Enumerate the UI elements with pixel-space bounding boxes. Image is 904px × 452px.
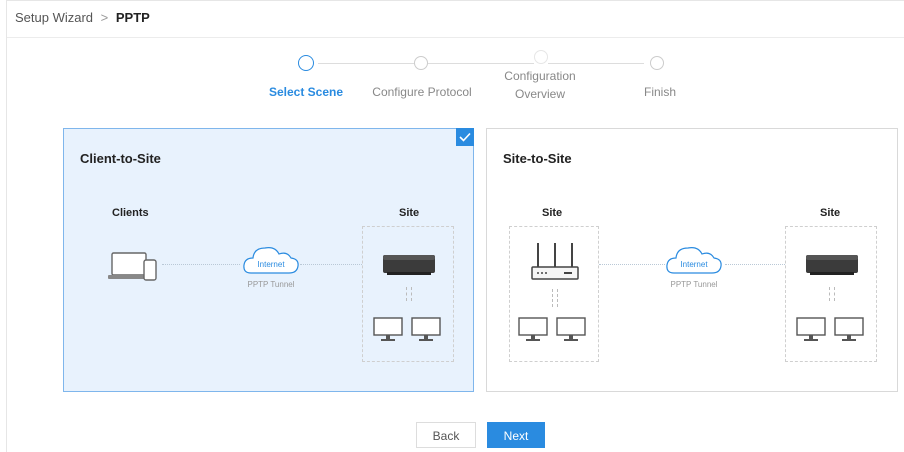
card-client-to-site[interactable]: Client-to-Site Clients Site Internet PPT… [63, 128, 474, 392]
next-button[interactable]: Next [487, 422, 545, 448]
step-connector [318, 63, 414, 64]
card-title: Site-to-Site [503, 151, 572, 166]
site-group [362, 226, 454, 362]
site-left-group [509, 226, 599, 362]
tunnel-label: PPTP Tunnel [247, 280, 295, 289]
router-icon [530, 241, 580, 290]
step-connector [548, 63, 644, 64]
site-right-group [785, 226, 877, 362]
back-button[interactable]: Back [416, 422, 476, 448]
pc-icon [373, 317, 403, 348]
wizard-steps: Select Scene Configure Protocol Configur… [0, 0, 904, 110]
link-line [406, 287, 407, 301]
internet-label: Internet [680, 260, 708, 269]
link-line [557, 289, 558, 307]
step-configuration-overview-line2: Overview [514, 87, 565, 101]
pc-icon [411, 317, 441, 348]
step-2-dot [414, 56, 428, 70]
step-configure-protocol: Configure Protocol [372, 85, 472, 99]
pc-icon [556, 317, 586, 348]
link-line [834, 287, 835, 301]
pc-icon [796, 317, 826, 348]
site-left-label: Site [542, 207, 563, 219]
step-1-dot [298, 55, 314, 71]
link-line [411, 287, 412, 301]
clients-label: Clients [112, 207, 149, 219]
site-label: Site [399, 207, 420, 219]
internet-label: Internet [257, 260, 285, 269]
connection-line [300, 264, 362, 265]
step-connector [428, 63, 534, 64]
connection-line [162, 264, 240, 265]
connection-line [599, 264, 665, 265]
tunnel-label: PPTP Tunnel [670, 280, 718, 289]
step-3-dot [534, 50, 548, 64]
checkmark-icon [456, 128, 474, 146]
pc-icon [834, 317, 864, 348]
pc-icon [518, 317, 548, 348]
connection-line [725, 264, 785, 265]
card-site-to-site[interactable]: Site-to-Site Site Site Internet PPTP Tun… [486, 128, 898, 392]
laptop-icon [108, 251, 160, 288]
step-finish: Finish [643, 85, 676, 99]
step-select-scene: Select Scene [268, 85, 344, 99]
gateway-device-icon [381, 253, 437, 282]
link-line [829, 287, 830, 301]
step-4-dot [650, 56, 664, 70]
gateway-device-icon [804, 253, 860, 282]
link-line [552, 289, 553, 307]
card-title: Client-to-Site [80, 151, 161, 166]
step-configuration-overview: Configuration [504, 69, 576, 83]
site-right-label: Site [820, 207, 841, 219]
